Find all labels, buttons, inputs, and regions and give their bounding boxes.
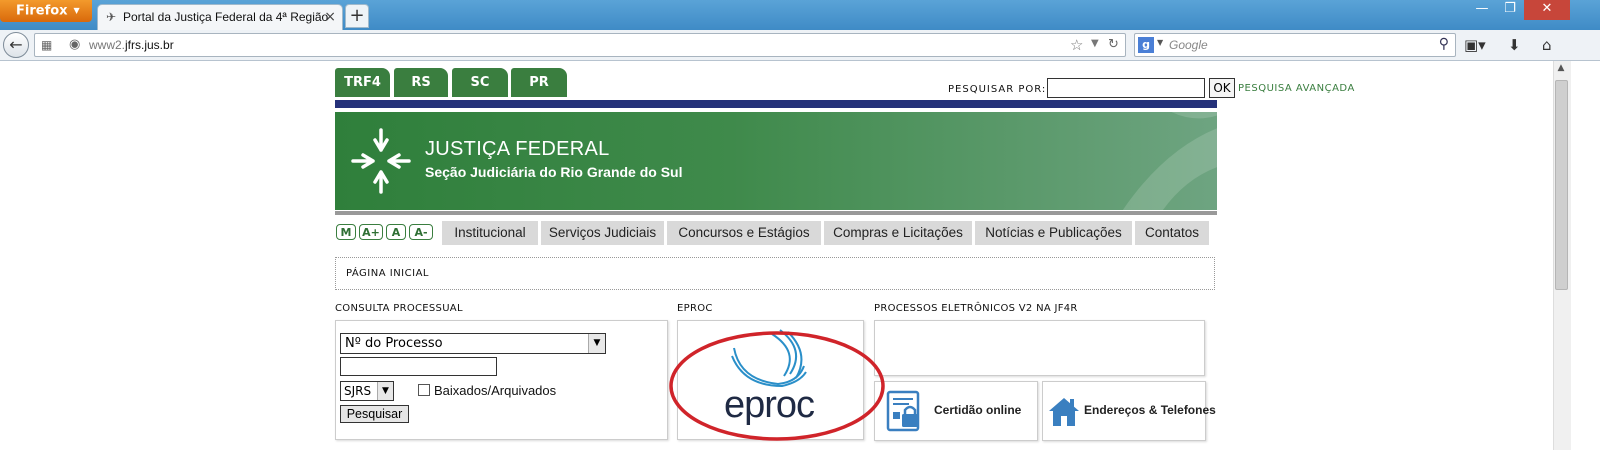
globe-icon: ◉ [69, 37, 81, 52]
search-magnifier-icon[interactable]: ⚲ [1439, 36, 1449, 52]
menu-compras-licitacoes[interactable]: Compras e Licitações [824, 221, 972, 245]
scroll-up-arrow-icon[interactable]: ▲ [1554, 63, 1568, 73]
house-icon [1049, 398, 1079, 426]
home-icon[interactable]: ⌂ [1542, 36, 1552, 54]
site-search-input[interactable] [1047, 78, 1205, 98]
region-tab-rs[interactable]: RS [394, 68, 448, 97]
site-identity-icon[interactable]: ▦ [41, 38, 52, 52]
url-prefix: www2. [89, 38, 126, 52]
close-tab-icon[interactable]: × [324, 9, 336, 25]
section-title-consulta-processual: CONSULTA PROCESSUAL [335, 303, 463, 314]
certidao-online-label: Certidão online [934, 403, 1022, 417]
url-domain: jfrs.jus.br [125, 38, 174, 52]
chevron-down-icon: ▼ [377, 382, 393, 400]
reload-icon[interactable]: ↻ [1108, 37, 1119, 52]
search-type-selected: Nº do Processo [345, 336, 443, 351]
font-size-normal-button[interactable]: M [336, 224, 356, 240]
breadcrumb: PÁGINA INICIAL [335, 257, 1215, 290]
maximize-window-button[interactable]: ❐ [1496, 0, 1524, 20]
section-title-processos-eletronicos: PROCESSOS ELETRÔNICOS V2 NA JF4R [874, 303, 1078, 314]
firefox-menu-button[interactable]: Firefox ▼ [0, 0, 92, 22]
browser-search-bar[interactable]: g ▼ Google ⚲ [1134, 33, 1456, 57]
baixados-checkbox[interactable] [418, 384, 430, 396]
font-size-increase-button[interactable]: A+ [359, 224, 383, 240]
justica-federal-logo-icon [351, 128, 411, 194]
download-icon[interactable]: ⬇ [1508, 36, 1521, 54]
menu-noticias-publicacoes[interactable]: Notícias e Publicações [975, 221, 1132, 245]
certificate-lock-icon [886, 390, 920, 432]
history-dropdown-icon[interactable]: ▼ [1091, 38, 1099, 49]
judicial-section-select[interactable]: SJRS ▼ [340, 381, 394, 401]
menu-servicos-judiciais[interactable]: Serviços Judiciais [541, 221, 664, 245]
process-number-input[interactable] [340, 357, 497, 376]
chevron-down-icon: ▼ [588, 334, 605, 353]
google-engine-icon[interactable]: g [1138, 37, 1154, 53]
font-size-decrease-button[interactable]: A- [409, 224, 433, 240]
scrollbar-thumb[interactable] [1555, 80, 1568, 290]
processos-eletronicos-panel [874, 320, 1205, 376]
font-size-default-button[interactable]: A [386, 224, 406, 240]
url-bar[interactable]: ▦ ◉ www2.jfrs.jus.br ☆ ▼ ↻ [34, 33, 1126, 57]
pesquisar-button[interactable]: Pesquisar [340, 405, 409, 423]
dropdown-arrow-icon: ▼ [73, 6, 80, 15]
browser-search-placeholder: Google [1169, 38, 1208, 52]
menu-concursos-estagios[interactable]: Concursos e Estágios [667, 221, 821, 245]
site-banner[interactable]: JUSTIÇA FEDERAL Seção Judiciária do Rio … [335, 112, 1217, 210]
new-tab-button[interactable]: + [345, 4, 369, 28]
region-tab-pr[interactable]: PR [511, 68, 567, 97]
minimize-window-button[interactable]: — [1468, 0, 1496, 20]
menu-institucional[interactable]: Institucional [442, 221, 538, 245]
bookmarks-icon[interactable]: ▣▾ [1464, 36, 1486, 54]
banner-decoration-icon [1122, 112, 1217, 210]
browser-tab-active[interactable]: ✈ Portal da Justiça Federal da 4ª Região… [97, 4, 343, 30]
bookmark-star-icon[interactable]: ☆ [1070, 36, 1083, 54]
region-tab-sc[interactable]: SC [452, 68, 508, 97]
section-title-eproc: EPROC [677, 303, 713, 314]
search-type-select[interactable]: Nº do Processo ▼ [340, 333, 606, 354]
close-window-button[interactable]: ✕ [1524, 0, 1570, 20]
firefox-menu-label: Firefox [16, 3, 68, 19]
banner-bottom-divider [335, 211, 1217, 215]
engine-dropdown-icon[interactable]: ▼ [1157, 38, 1163, 47]
region-tab-trf4[interactable]: TRF4 [335, 68, 390, 97]
site-favicon-icon: ✈ [106, 10, 117, 24]
browser-tab-strip: Firefox ▼ ✈ Portal da Justiça Federal da … [0, 0, 1600, 30]
judicial-section-selected: SJRS [344, 384, 372, 398]
tab-title: Portal da Justiça Federal da 4ª Região [123, 10, 329, 24]
baixados-checkbox-label[interactable]: Baixados/Arquivados [434, 383, 556, 398]
red-highlight-ellipse [669, 331, 885, 441]
breadcrumb-item-home[interactable]: PÁGINA INICIAL [346, 268, 429, 279]
menu-contatos[interactable]: Contatos [1135, 221, 1209, 245]
url-text: www2.jfrs.jus.br [89, 38, 174, 52]
enderecos-telefones-label: Endereços & Telefones [1084, 403, 1216, 417]
site-search-ok-button[interactable]: OK [1209, 78, 1235, 98]
site-search-label: PESQUISAR POR: [948, 84, 1047, 95]
header-divider-navy [335, 100, 1217, 108]
browser-navigation-bar: ← ▦ ◉ www2.jfrs.jus.br ☆ ▼ ↻ g ▼ Google … [0, 30, 1600, 61]
advanced-search-link[interactable]: PESQUISA AVANÇADA [1238, 83, 1355, 94]
back-button[interactable]: ← [3, 32, 29, 58]
banner-subtitle: Seção Judiciária do Rio Grande do Sul [425, 164, 683, 180]
banner-title: JUSTIÇA FEDERAL [425, 138, 610, 160]
